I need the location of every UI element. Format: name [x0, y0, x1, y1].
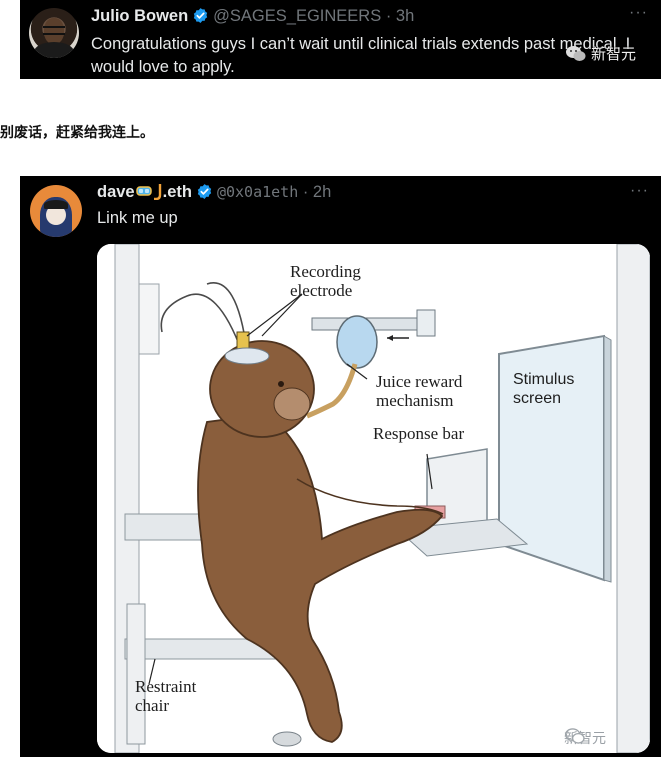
dot-separator: ·: [381, 7, 396, 25]
handle[interactable]: @SAGES_EGINEERS: [213, 7, 381, 25]
verified-badge-icon: [192, 7, 209, 29]
handle[interactable]: @0x0a1eth: [217, 183, 298, 201]
watermark-text: 新智元: [591, 46, 637, 63]
display-name[interactable]: Julio Bowen: [91, 7, 188, 25]
label-stimulus-screen: Stimulus screen: [513, 371, 575, 407]
tweet-media-image[interactable]: Recording electrode Juice reward mechani…: [97, 244, 650, 753]
caption-text: 别废话，赶紧给我连上。: [0, 125, 154, 141]
tweet-card-dave[interactable]: dave .eth @0x0a1eth · 2h ··· Link me up: [20, 176, 661, 757]
more-options-icon[interactable]: ···: [629, 4, 648, 22]
display-name[interactable]: dave .eth: [97, 183, 192, 201]
timestamp[interactable]: 3h: [396, 7, 414, 25]
more-options-icon[interactable]: ···: [630, 182, 649, 200]
tweet-header: Julio Bowen @SAGES_EGINEERS · 3h: [91, 7, 414, 29]
tweet-text: Link me up: [97, 209, 178, 227]
label-juice-reward: Juice reward mechanism: [376, 372, 463, 410]
display-name-prefix: dave: [97, 183, 135, 201]
tweet-card-julio[interactable]: Julio Bowen @SAGES_EGINEERS · 3h ··· Cong…: [20, 0, 661, 79]
verified-badge-icon: [196, 183, 213, 205]
display-name-suffix: .eth: [162, 183, 192, 201]
watermark: 新智元: [565, 43, 636, 64]
wechat-icon: [564, 728, 585, 744]
diving-mask-icon: [135, 186, 152, 196]
avatar[interactable]: [29, 8, 79, 58]
avatar[interactable]: [30, 185, 82, 237]
wechat-icon: [566, 46, 586, 61]
snorkel-icon: [153, 184, 161, 201]
dot-separator: ·: [298, 183, 313, 201]
label-restraint-chair: Restraint chair: [135, 677, 197, 715]
tweet-header: dave .eth @0x0a1eth · 2h: [97, 183, 331, 205]
timestamp[interactable]: 2h: [313, 183, 331, 201]
watermark: 新智元: [564, 728, 606, 748]
label-recording-electrode: Recording electrode: [290, 262, 361, 300]
label-response-bar: Response bar: [373, 424, 465, 443]
